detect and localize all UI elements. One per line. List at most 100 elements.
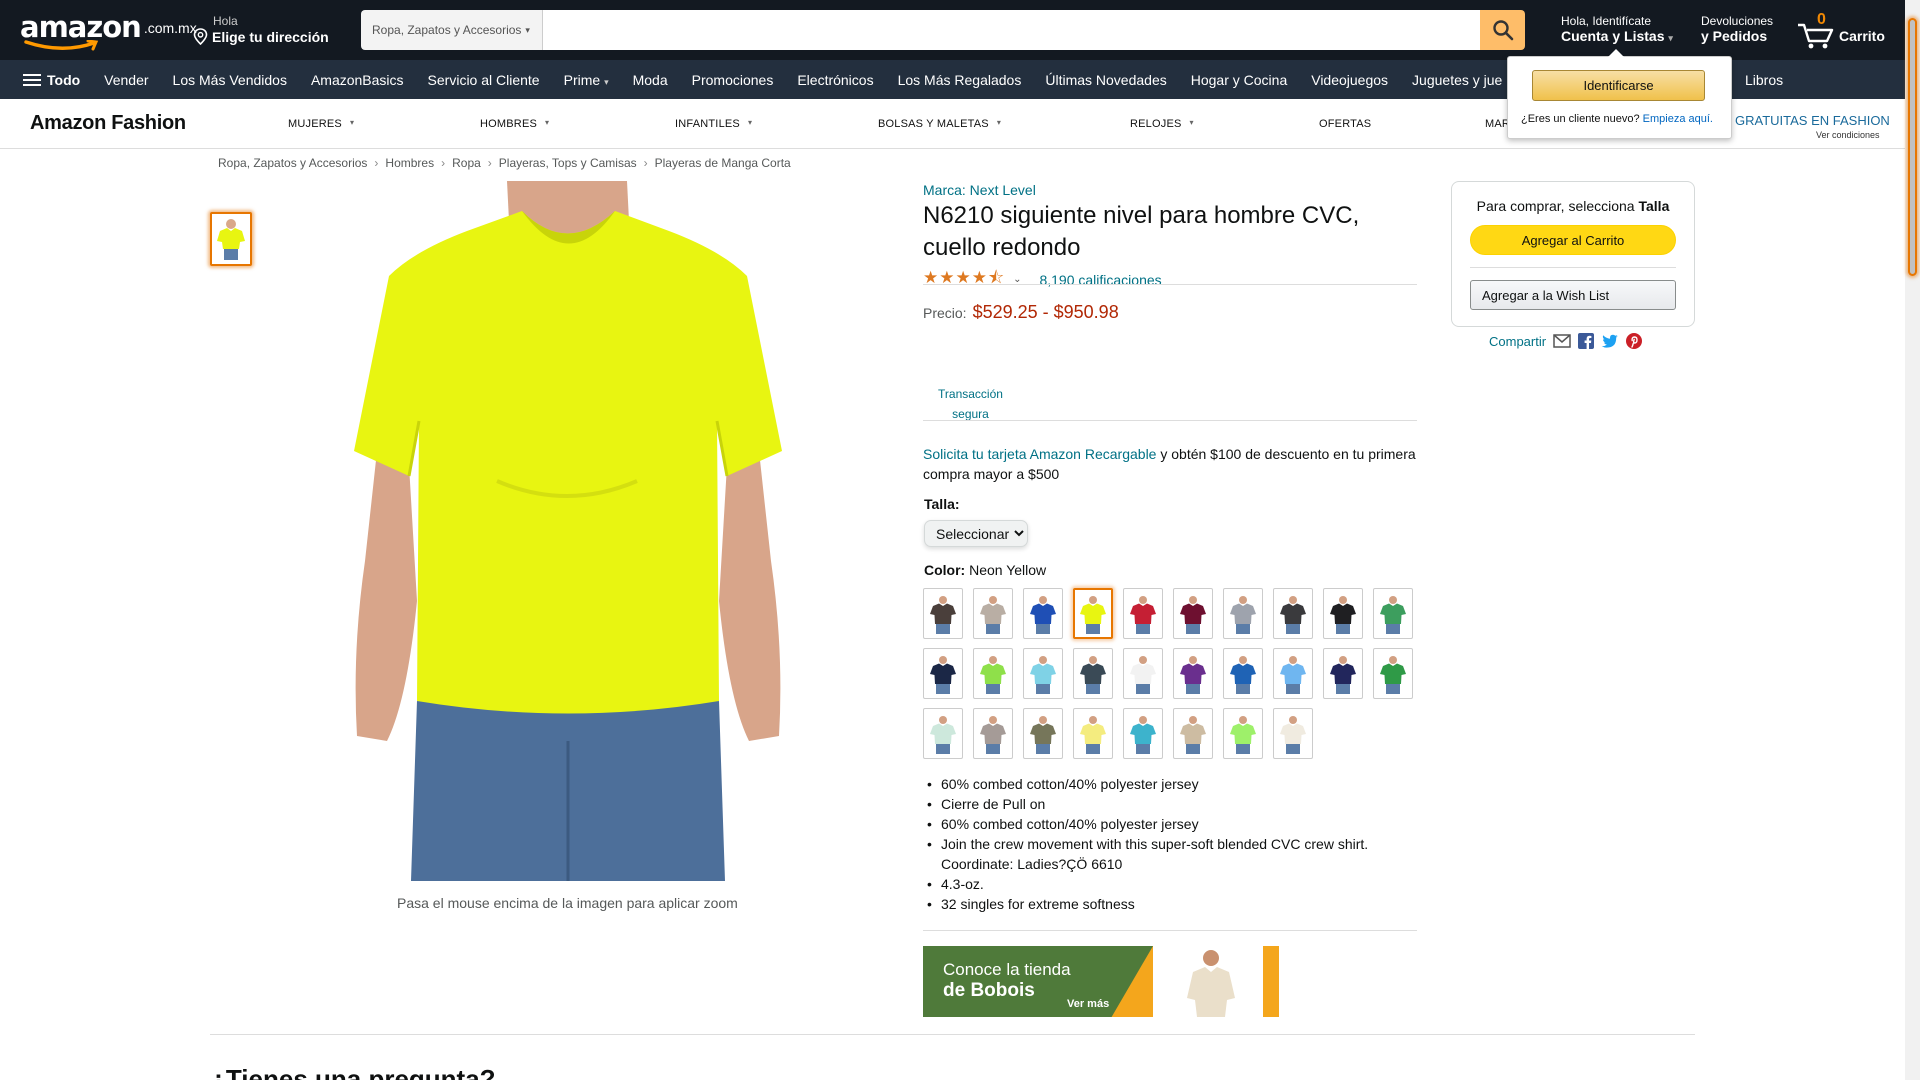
swatch-shirt: [930, 663, 956, 684]
swatch-model-head: [1389, 655, 1397, 664]
subnav-item-hogar-cocina[interactable]: Hogar y Cocina: [1191, 72, 1288, 88]
feature-bullet: 60% combed cotton/40% polyester jersey: [923, 774, 1418, 794]
product-thumbnail[interactable]: [210, 212, 252, 266]
color-swatch[interactable]: [923, 708, 963, 759]
subnav-item-vender[interactable]: Vender: [104, 72, 148, 88]
fashion-item-bolsas-maletas[interactable]: BOLSAS Y MALETAS ▾: [878, 118, 1001, 130]
account-lists-menu[interactable]: Hola, Identifícate Cuenta y Listas ▾: [1561, 14, 1673, 44]
share-label[interactable]: Compartir: [1489, 334, 1546, 349]
color-swatch[interactable]: [1173, 588, 1213, 639]
signin-button[interactable]: Identificarse: [1532, 70, 1705, 101]
subnav-item-amazonbasics[interactable]: AmazonBasics: [311, 72, 404, 88]
swatch-pants: [1136, 743, 1150, 754]
subnav-item-prime[interactable]: Prime ▾: [564, 72, 609, 88]
swatch-model-head: [1089, 715, 1097, 724]
color-swatch[interactable]: [1273, 588, 1313, 639]
color-swatch[interactable]: [1023, 588, 1063, 639]
subnav-item-mas-regalados[interactable]: Los Más Regalados: [898, 72, 1022, 88]
color-swatch[interactable]: [1323, 648, 1363, 699]
fashion-item-relojes[interactable]: RELOJES ▾: [1130, 118, 1194, 130]
brand-link[interactable]: Marca: Next Level: [923, 182, 1036, 198]
color-swatch[interactable]: [923, 648, 963, 699]
subnav-item-videojuegos[interactable]: Videojuegos: [1311, 72, 1388, 88]
scrollbar-thumb[interactable]: [1908, 18, 1917, 276]
breadcrumb-item[interactable]: Ropa, Zapatos y Accesorios: [218, 156, 367, 170]
breadcrumb-item[interactable]: Playeras de Manga Corta: [655, 156, 791, 170]
subnav-item-promociones[interactable]: Promociones: [692, 72, 774, 88]
subnav-item-servicio-cliente[interactable]: Servicio al Cliente: [428, 72, 540, 88]
amazon-logo[interactable]: amazon .com.mx: [20, 12, 197, 51]
add-to-wishlist-button[interactable]: Agregar a la Wish List: [1470, 280, 1676, 310]
color-swatch[interactable]: [1223, 708, 1263, 759]
size-select[interactable]: Seleccionar: [924, 520, 1028, 547]
color-swatch[interactable]: [1223, 648, 1263, 699]
color-swatch[interactable]: [1373, 648, 1413, 699]
email-icon[interactable]: [1553, 334, 1571, 348]
product-main-image[interactable]: [347, 181, 789, 881]
search-bar: Ropa, Zapatos y Accesorios ▾: [361, 10, 1525, 50]
tshirt-swatch-image: [1130, 715, 1156, 754]
subnav-item-mas-vendidos[interactable]: Los Más Vendidos: [173, 72, 287, 88]
color-swatch[interactable]: [1123, 708, 1163, 759]
search-button[interactable]: [1480, 10, 1525, 50]
color-swatch[interactable]: [923, 588, 963, 639]
fashion-promo-text[interactable]: GRATUITAS EN FASHION: [1735, 113, 1890, 128]
swatch-pants: [936, 683, 950, 694]
rating-count-link[interactable]: 8,190 calificaciones: [1039, 272, 1161, 288]
subnav-item-juguetes[interactable]: Juguetes y jue: [1412, 72, 1502, 88]
subnav-item-libros[interactable]: Libros: [1745, 72, 1783, 88]
secure-transaction-link[interactable]: Transacción segura: [923, 384, 1018, 424]
color-swatch[interactable]: [1323, 588, 1363, 639]
color-swatch[interactable]: [1023, 708, 1063, 759]
color-swatch[interactable]: [1223, 588, 1263, 639]
color-swatch[interactable]: [1273, 648, 1313, 699]
color-swatch[interactable]: [973, 648, 1013, 699]
color-swatch[interactable]: [1123, 588, 1163, 639]
rating-stars-icon[interactable]: ★★★★⯪: [923, 265, 1005, 294]
color-swatch[interactable]: [1373, 588, 1413, 639]
returns-orders-link[interactable]: Devoluciones y Pedidos: [1701, 14, 1773, 44]
breadcrumb-item[interactable]: Ropa: [452, 156, 481, 170]
caret-down-icon: ▾: [996, 118, 1002, 127]
breadcrumb-item[interactable]: Playeras, Tops y Camisas: [499, 156, 637, 170]
cart-link[interactable]: 0 Carrito: [1797, 10, 1885, 50]
color-swatch[interactable]: [1173, 648, 1213, 699]
fashion-item-label: HOMBRES: [480, 118, 538, 130]
twitter-icon[interactable]: [1601, 334, 1619, 349]
facebook-icon[interactable]: [1578, 333, 1595, 349]
search-input[interactable]: [543, 10, 1480, 50]
start-here-link[interactable]: Empieza aquí.: [1643, 113, 1713, 125]
fashion-promo-conditions[interactable]: Ver condiciones: [1816, 130, 1880, 140]
subnav-item-moda[interactable]: Moda: [633, 72, 668, 88]
breadcrumb-item[interactable]: Hombres: [385, 156, 434, 170]
color-swatch[interactable]: [1023, 648, 1063, 699]
card-promo-link[interactable]: Solicita tu tarjeta Amazon Recargable: [923, 446, 1156, 462]
fashion-item-ofertas[interactable]: OFERTAS: [1319, 118, 1371, 130]
bobois-store-banner[interactable]: Conoce la tienda de Bobois Ver más: [923, 946, 1279, 1017]
search-category-dropdown[interactable]: Ropa, Zapatos y Accesorios ▾: [361, 10, 543, 50]
fashion-item-hombres[interactable]: HOMBRES ▾: [480, 118, 549, 130]
swatch-model-head: [989, 595, 997, 604]
amazon-fashion-logo[interactable]: Amazon Fashion: [30, 112, 186, 135]
all-menu-button[interactable]: Todo: [23, 72, 80, 88]
swatch-shirt: [1380, 663, 1406, 684]
add-to-cart-button[interactable]: Agregar al Carrito: [1470, 225, 1676, 255]
fashion-item-mujeres[interactable]: MUJERES ▾: [288, 118, 354, 130]
color-swatch[interactable]: [1073, 648, 1113, 699]
color-swatch[interactable]: [1123, 648, 1163, 699]
color-swatch[interactable]: [1273, 708, 1313, 759]
vertical-scrollbar[interactable]: [1905, 0, 1920, 1080]
color-swatch[interactable]: [973, 588, 1013, 639]
color-swatch[interactable]: [973, 708, 1013, 759]
pinterest-icon[interactable]: [1626, 333, 1643, 349]
subnav-item-electronicos[interactable]: Electrónicos: [797, 72, 873, 88]
new-customer-label: ¿Eres un cliente nuevo?: [1521, 113, 1640, 125]
tshirt-swatch-image: [930, 715, 956, 754]
fashion-item-infantiles[interactable]: INFANTILES ▾: [675, 118, 752, 130]
color-swatch[interactable]: [1073, 708, 1113, 759]
caret-down-icon: ▾: [349, 118, 355, 127]
color-swatch[interactable]: [1073, 588, 1113, 639]
delivery-address[interactable]: Hola Elige tu dirección: [193, 14, 329, 45]
subnav-item-novedades[interactable]: Últimas Novedades: [1045, 72, 1166, 88]
color-swatch[interactable]: [1173, 708, 1213, 759]
